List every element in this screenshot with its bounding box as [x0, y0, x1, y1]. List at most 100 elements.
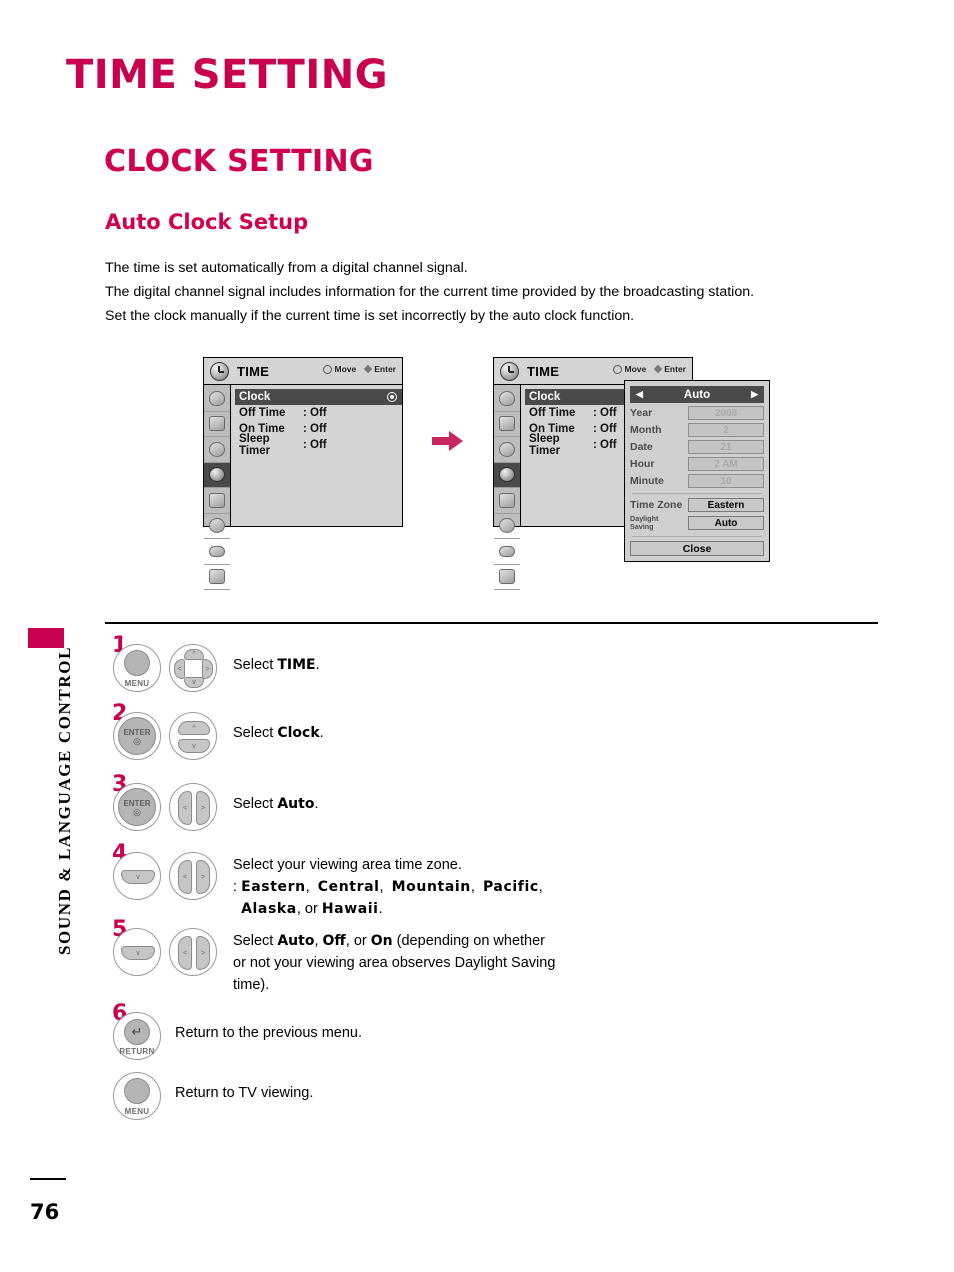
arrow-right-icon[interactable]: > [196, 860, 210, 894]
sidebar-item-usb[interactable] [204, 565, 230, 590]
hint-move-label: Move [624, 364, 647, 374]
selected-indicator-icon [387, 392, 397, 402]
navigation-pad-leftright[interactable]: < > [169, 852, 217, 900]
arrow-left-icon[interactable]: < [174, 659, 185, 679]
sidebar-item-time[interactable] [494, 462, 520, 488]
arrow-right-icon[interactable]: > [196, 791, 210, 825]
field-hour-label: Hour [630, 458, 655, 470]
arrow-down-icon[interactable]: v [178, 739, 210, 753]
osd-row-sleep-timer[interactable]: Sleep Timer : Off [235, 433, 402, 457]
hint-move-label: Move [334, 364, 357, 374]
field-date-value[interactable]: 21 [688, 440, 764, 454]
step-1-suffix: . [315, 657, 320, 673]
hint-move: Move [322, 364, 357, 374]
zone-pacific: Pacific [482, 879, 539, 895]
osd-body: Clock Off Time : Off On Time : Off Sleep… [204, 385, 402, 590]
sidebar-item-screen[interactable] [494, 412, 520, 437]
arrow-right-icon[interactable]: > [202, 659, 213, 679]
sidebar-item-audio[interactable] [494, 437, 520, 463]
sidebar-item-input[interactable] [204, 539, 230, 565]
navigation-pad-down[interactable]: v [113, 852, 161, 900]
arrow-down-icon[interactable]: v [121, 870, 155, 884]
enter-button[interactable]: ENTER ◎ [113, 783, 161, 831]
enter-button[interactable]: ENTER ◎ [113, 712, 161, 760]
sidebar-item-input[interactable] [494, 539, 520, 565]
usb-icon [499, 569, 515, 585]
osd-row-value: : Off [593, 439, 617, 451]
osd-row-label: Off Time [529, 407, 576, 419]
navigation-pad-leftright[interactable]: < > [169, 783, 217, 831]
sidebar-item-screen[interactable] [204, 412, 230, 437]
page-number: 76 [30, 1200, 60, 1224]
field-date: Date 21 [630, 440, 764, 454]
step-3-text: Select Auto. [233, 783, 319, 815]
sidebar-item-lock[interactable] [204, 514, 230, 539]
step-1: 1 MENU ^ v < > Select TIME. [112, 633, 320, 692]
step-1-target: TIME [277, 657, 316, 673]
zone-central: Central [317, 879, 380, 895]
zone-mountain: Mountain [391, 879, 471, 895]
arrow-left-icon[interactable]: < [178, 860, 192, 894]
menu-button-cap [124, 650, 150, 677]
navigation-pad-updown[interactable]: ^ v [169, 712, 217, 760]
chevron-left-icon[interactable]: ◀ [636, 389, 643, 400]
return-button[interactable]: ↵ RETURN [113, 1012, 161, 1060]
page-title: TIME SETTING [66, 52, 389, 98]
arrow-right-icon[interactable]: > [196, 936, 210, 970]
arrow-left-icon[interactable]: < [178, 936, 192, 970]
step-5-text: Select Auto, Off, or On (depending on wh… [233, 928, 555, 996]
flow-arrow-icon [432, 430, 464, 457]
navigation-pad-down[interactable]: v [113, 928, 161, 976]
field-hour-value[interactable]: 2 AM [688, 457, 764, 471]
arrow-left-icon[interactable]: < [178, 791, 192, 825]
enter-dot-icon: ◎ [133, 806, 141, 817]
enter-button-cap: ENTER ◎ [118, 788, 156, 826]
osd-sidebar [204, 385, 231, 590]
arrow-down-icon[interactable]: v [121, 946, 155, 960]
arrow-up-icon[interactable]: ^ [178, 721, 210, 735]
menu-button[interactable]: MENU [113, 644, 161, 692]
sidebar-item-audio[interactable] [204, 437, 230, 463]
osd-row-clock[interactable]: Clock [235, 389, 402, 405]
osd-row-value: : Off [303, 423, 327, 435]
arrow-down-icon[interactable]: v [184, 677, 204, 688]
step-2-suffix: . [319, 725, 324, 741]
field-date-label: Date [630, 441, 653, 453]
sidebar-item-usb[interactable] [494, 565, 520, 590]
zone-alaska: Alaska [241, 901, 297, 917]
sidebar-item-picture[interactable] [494, 386, 520, 412]
field-year-value[interactable]: 2008 [688, 406, 764, 420]
clock-mode-selector[interactable]: ◀ Auto ▶ [630, 386, 764, 403]
osd-header: TIME Move Enter [204, 358, 402, 385]
time-icon [499, 467, 515, 483]
sidebar-item-option[interactable] [494, 488, 520, 514]
option-icon [499, 492, 515, 508]
osd-row-value: : Off [303, 439, 327, 451]
step-3-suffix: . [314, 796, 319, 812]
step-5-sep-1: , [314, 933, 323, 949]
step-return-tv: MENU Return to TV viewing. [113, 1072, 313, 1120]
side-tab-accent-bar [28, 628, 64, 648]
osd-row-off-time[interactable]: Off Time : Off [235, 405, 402, 421]
sidebar-item-time[interactable] [204, 462, 230, 488]
daylight-saving-value[interactable]: Auto [688, 516, 764, 530]
sidebar-item-lock[interactable] [494, 514, 520, 539]
step-2-prefix: Select [233, 725, 278, 741]
time-zone-value[interactable]: Eastern [688, 498, 764, 512]
close-button[interactable]: Close [630, 541, 764, 556]
step-5-line-2: or not your viewing area observes Daylig… [233, 955, 556, 971]
menu-button[interactable]: MENU [113, 1072, 161, 1120]
arrow-up-icon[interactable]: ^ [184, 649, 204, 660]
navpad-icon [322, 364, 332, 374]
field-minute-value[interactable]: 10 [688, 474, 764, 488]
zone-eastern: Eastern [241, 879, 306, 895]
sidebar-item-option[interactable] [204, 488, 230, 514]
field-month-value[interactable]: 2 [688, 423, 764, 437]
step-4-colon: : [233, 879, 242, 895]
navigation-pad-4way[interactable]: ^ v < > [169, 644, 217, 692]
navigation-pad-leftright[interactable]: < > [169, 928, 217, 976]
step-4: 4 v < > Select your viewing area time zo… [112, 841, 543, 920]
chevron-right-icon[interactable]: ▶ [751, 389, 758, 400]
sidebar-item-picture[interactable] [204, 386, 230, 412]
osd-hints: Move Enter [612, 364, 686, 374]
